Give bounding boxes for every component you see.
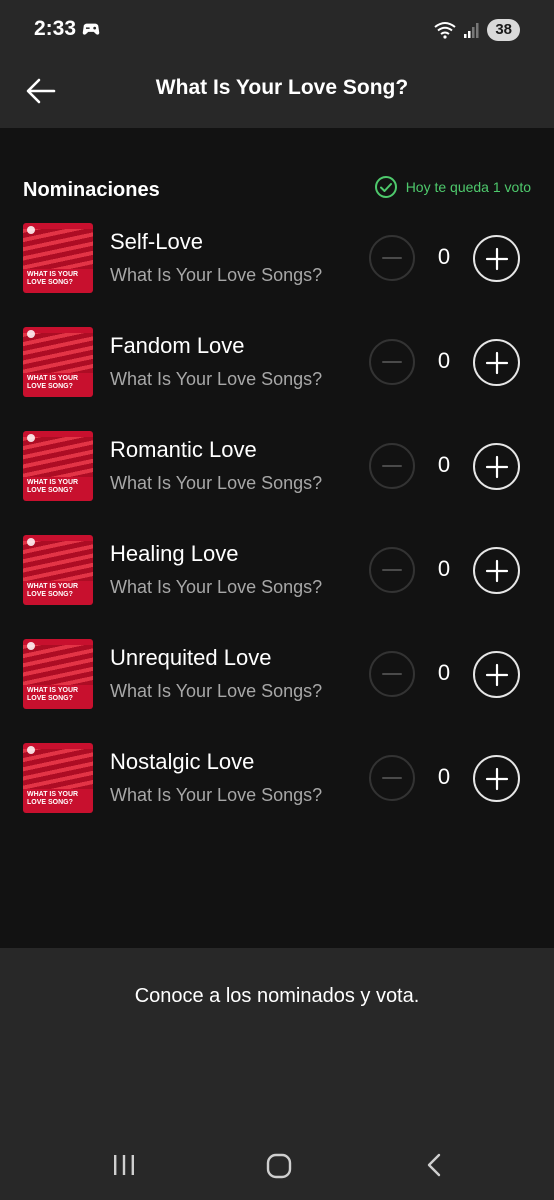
cover-text: WHAT IS YOUR LOVE SONG? [27, 791, 79, 806]
nomination-subtitle: What Is Your Love Songs? [110, 369, 323, 389]
signal-icon [464, 23, 479, 38]
nomination-subtitle: What Is Your Love Songs? [110, 577, 323, 597]
check-circle-icon [374, 176, 397, 198]
minus-icon [382, 569, 402, 571]
spotify-logo-icon [27, 642, 35, 650]
spotify-logo-icon [27, 746, 35, 754]
status-indicators: 38 [433, 18, 520, 42]
nomination-title: Unrequited Love [110, 645, 272, 670]
cover-text: WHAT IS YOUR LOVE SONG? [27, 583, 79, 598]
nomination-row: WHAT IS YOUR LOVE SONG? Unrequited Love … [0, 636, 554, 740]
increase-vote-button[interactable] [473, 235, 520, 282]
nomination-row: WHAT IS YOUR LOVE SONG? Healing Love Wha… [0, 532, 554, 636]
plus-icon [485, 247, 508, 270]
plus-icon [485, 663, 508, 686]
decrease-vote-button[interactable] [369, 339, 415, 385]
increase-vote-button[interactable] [473, 547, 520, 594]
nomination-row: WHAT IS YOUR LOVE SONG? Nostalgic Love W… [0, 740, 554, 844]
decrease-vote-button[interactable] [369, 547, 415, 593]
status-time: 2:33 [34, 17, 77, 40]
footer: Conoce a los nominados y vota. [0, 948, 554, 1130]
plus-icon [485, 455, 508, 478]
spotify-logo-icon [27, 330, 35, 338]
cover-text: WHAT IS YOUR LOVE SONG? [27, 375, 79, 390]
status-bar: 2:33 38 [0, 0, 554, 60]
increase-vote-button[interactable] [473, 443, 520, 490]
vote-count: 0 [437, 660, 451, 685]
minus-icon [382, 673, 402, 675]
nomination-title: Romantic Love [110, 437, 257, 462]
increase-vote-button[interactable] [473, 651, 520, 698]
increase-vote-button[interactable] [473, 755, 520, 802]
minus-icon [382, 465, 402, 467]
cover-text: WHAT IS YOUR LOVE SONG? [27, 479, 79, 494]
minus-icon [382, 257, 402, 259]
votes-remaining-text: Hoy te queda 1 voto [405, 179, 531, 195]
nomination-subtitle: What Is Your Love Songs? [110, 785, 323, 805]
decrease-vote-button[interactable] [369, 755, 415, 801]
cover-text: WHAT IS YOUR LOVE SONG? [27, 271, 79, 286]
page-title: What Is Your Love Song? [155, 76, 409, 99]
nomination-title: Healing Love [110, 541, 239, 566]
nomination-subtitle: What Is Your Love Songs? [110, 265, 323, 285]
nomination-row: WHAT IS YOUR LOVE SONG? Romantic Love Wh… [0, 428, 554, 532]
decrease-vote-button[interactable] [369, 651, 415, 697]
app-header: What Is Your Love Song? [0, 60, 554, 128]
section-title: Nominaciones [23, 179, 160, 201]
footer-text: Conoce a los nominados y vota. [134, 985, 420, 1007]
cover-image: WHAT IS YOUR LOVE SONG? [23, 327, 93, 397]
chevron-left-icon[interactable] [424, 1152, 446, 1178]
cover-text: WHAT IS YOUR LOVE SONG? [27, 687, 79, 702]
nomination-row: WHAT IS YOUR LOVE SONG? Self-Love What I… [0, 220, 554, 324]
nomination-subtitle: What Is Your Love Songs? [110, 681, 323, 701]
vote-count: 0 [437, 348, 451, 373]
game-controller-icon [82, 23, 100, 35]
vote-count: 0 [437, 764, 451, 789]
nomination-subtitle: What Is Your Love Songs? [110, 473, 323, 493]
decrease-vote-button[interactable] [369, 443, 415, 489]
spotify-logo-icon [27, 226, 35, 234]
battery-indicator: 38 [487, 19, 520, 41]
spotify-logo-icon [27, 538, 35, 546]
vote-count: 0 [437, 556, 451, 581]
nomination-title: Nostalgic Love [110, 749, 255, 774]
wifi-icon [434, 22, 456, 39]
recent-apps-icon[interactable] [111, 1152, 137, 1178]
minus-icon [382, 777, 402, 779]
minus-icon [382, 361, 402, 363]
vote-count: 0 [437, 452, 451, 477]
nominations-panel: Nominaciones Hoy te queda 1 voto WHAT IS… [0, 128, 554, 948]
cover-image: WHAT IS YOUR LOVE SONG? [23, 639, 93, 709]
plus-icon [485, 351, 508, 374]
spotify-logo-icon [27, 434, 35, 442]
increase-vote-button[interactable] [473, 339, 520, 386]
decrease-vote-button[interactable] [369, 235, 415, 281]
cover-image: WHAT IS YOUR LOVE SONG? [23, 743, 93, 813]
nomination-title: Self-Love [110, 229, 203, 254]
plus-icon [485, 767, 508, 790]
cover-image: WHAT IS YOUR LOVE SONG? [23, 223, 93, 293]
cover-image: WHAT IS YOUR LOVE SONG? [23, 431, 93, 501]
nomination-row: WHAT IS YOUR LOVE SONG? Fandom Love What… [0, 324, 554, 428]
nomination-title: Fandom Love [110, 333, 245, 358]
cover-image: WHAT IS YOUR LOVE SONG? [23, 535, 93, 605]
nominations-list: WHAT IS YOUR LOVE SONG? Self-Love What I… [0, 220, 554, 844]
vote-count: 0 [437, 244, 451, 269]
votes-remaining-badge: Hoy te queda 1 voto [374, 175, 531, 199]
system-navigation-bar [0, 1130, 554, 1200]
home-icon[interactable] [265, 1152, 293, 1180]
plus-icon [485, 559, 508, 582]
